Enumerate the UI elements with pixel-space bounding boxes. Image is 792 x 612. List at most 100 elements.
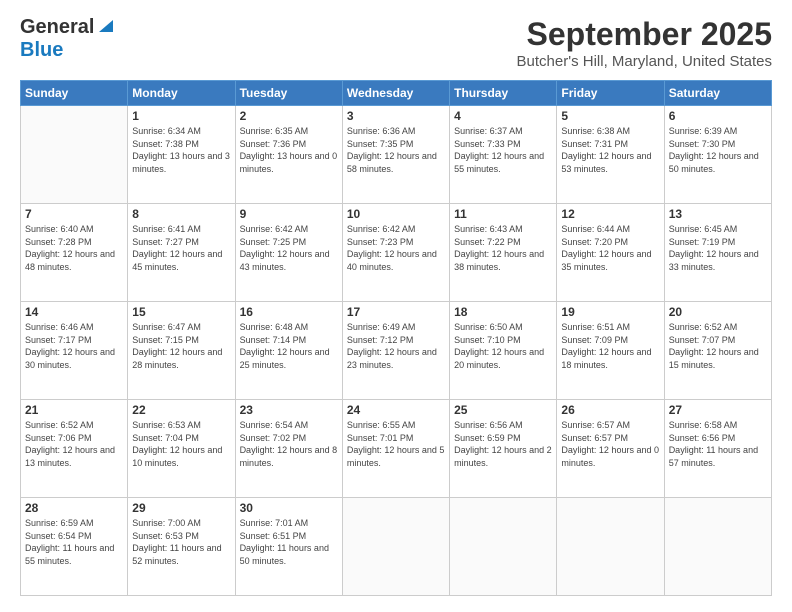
- day-info: Sunrise: 6:53 AMSunset: 7:04 PMDaylight:…: [132, 419, 230, 469]
- col-saturday: Saturday: [664, 81, 771, 106]
- day-info: Sunrise: 6:52 AMSunset: 7:07 PMDaylight:…: [669, 321, 767, 371]
- table-row: 28 Sunrise: 6:59 AMSunset: 6:54 PMDayligh…: [21, 498, 128, 596]
- day-number: 10: [347, 207, 445, 221]
- table-row: [342, 498, 449, 596]
- table-row: 20Sunrise: 6:52 AMSunset: 7:07 PMDayligh…: [664, 302, 771, 400]
- calendar-week-row: 28 Sunrise: 6:59 AMSunset: 6:54 PMDayligh…: [21, 498, 772, 596]
- table-row: 10 Sunrise: 6:42 AMSunset: 7:23 PMDayligh…: [342, 204, 449, 302]
- day-info: Sunrise: 6:55 AMSunset: 7:01 PMDaylight:…: [347, 419, 445, 469]
- day-info: Sunrise: 6:45 AMSunset: 7:19 PMDaylight:…: [669, 223, 767, 273]
- table-row: 22Sunrise: 6:53 AMSunset: 7:04 PMDayligh…: [128, 400, 235, 498]
- table-row: [450, 498, 557, 596]
- sunrise-text: Sunrise: 6:35 AM: [240, 125, 338, 138]
- day-number: 3: [347, 109, 445, 123]
- sunrise-text: Sunrise: 6:37 AM: [454, 125, 552, 138]
- day-number: 9: [240, 207, 338, 221]
- day-info: Sunrise: 6:50 AMSunset: 7:10 PMDaylight:…: [454, 321, 552, 371]
- daylight-text: Daylight: 12 hours and 8 minutes.: [240, 444, 338, 469]
- day-number: 28: [25, 501, 123, 515]
- sunset-text: Sunset: 7:27 PM: [132, 236, 230, 249]
- day-info: Sunrise: 6:40 AMSunset: 7:28 PMDaylight:…: [25, 223, 123, 273]
- table-row: 8Sunrise: 6:41 AMSunset: 7:27 PMDaylight…: [128, 204, 235, 302]
- daylight-text: Daylight: 12 hours and 28 minutes.: [132, 346, 230, 371]
- day-info: Sunrise: 6:37 AMSunset: 7:33 PMDaylight:…: [454, 125, 552, 175]
- sunset-text: Sunset: 7:28 PM: [25, 236, 123, 249]
- table-row: 23Sunrise: 6:54 AMSunset: 7:02 PMDayligh…: [235, 400, 342, 498]
- day-info: Sunrise: 7:00 AMSunset: 6:53 PMDaylight:…: [132, 517, 230, 567]
- sunrise-text: Sunrise: 6:42 AM: [240, 223, 338, 236]
- calendar-week-row: 14 Sunrise: 6:46 AMSunset: 7:17 PMDayligh…: [21, 302, 772, 400]
- sunrise-text: Sunrise: 6:53 AM: [132, 419, 230, 432]
- daylight-text: Daylight: 12 hours and 15 minutes.: [669, 346, 767, 371]
- sunrise-text: Sunrise: 6:58 AM: [669, 419, 767, 432]
- table-row: 13 Sunrise: 6:45 AMSunset: 7:19 PMDayligh…: [664, 204, 771, 302]
- table-row: 7Sunrise: 6:40 AMSunset: 7:28 PMDaylight…: [21, 204, 128, 302]
- day-number: 14: [25, 305, 123, 319]
- sunrise-text: Sunrise: 6:39 AM: [669, 125, 767, 138]
- sunset-text: Sunset: 7:19 PM: [669, 236, 767, 249]
- sunset-text: Sunset: 7:20 PM: [561, 236, 659, 249]
- table-row: 3Sunrise: 6:36 AMSunset: 7:35 PMDaylight…: [342, 106, 449, 204]
- sunset-text: Sunset: 7:14 PM: [240, 334, 338, 347]
- daylight-text: Daylight: 12 hours and 33 minutes.: [669, 248, 767, 273]
- daylight-text: Daylight: 12 hours and 30 minutes.: [25, 346, 123, 371]
- day-number: 16: [240, 305, 338, 319]
- table-row: 26Sunrise: 6:57 AMSunset: 6:57 PMDayligh…: [557, 400, 664, 498]
- sunrise-text: Sunrise: 6:57 AM: [561, 419, 659, 432]
- daylight-text: Daylight: 11 hours and 50 minutes.: [240, 542, 338, 567]
- daylight-text: Daylight: 12 hours and 0 minutes.: [561, 444, 659, 469]
- sunset-text: Sunset: 7:38 PM: [132, 138, 230, 151]
- daylight-text: Daylight: 12 hours and 38 minutes.: [454, 248, 552, 273]
- table-row: 11Sunrise: 6:43 AMSunset: 7:22 PMDayligh…: [450, 204, 557, 302]
- day-info: Sunrise: 6:43 AMSunset: 7:22 PMDaylight:…: [454, 223, 552, 273]
- day-number: 25: [454, 403, 552, 417]
- sunset-text: Sunset: 6:53 PM: [132, 530, 230, 543]
- sunrise-text: Sunrise: 7:01 AM: [240, 517, 338, 530]
- daylight-text: Daylight: 12 hours and 25 minutes.: [240, 346, 338, 371]
- sunrise-text: Sunrise: 6:36 AM: [347, 125, 445, 138]
- sunrise-text: Sunrise: 6:34 AM: [132, 125, 230, 138]
- sunset-text: Sunset: 7:31 PM: [561, 138, 659, 151]
- day-number: 1: [132, 109, 230, 123]
- day-number: 23: [240, 403, 338, 417]
- sunset-text: Sunset: 7:35 PM: [347, 138, 445, 151]
- sunset-text: Sunset: 7:04 PM: [132, 432, 230, 445]
- sunset-text: Sunset: 7:10 PM: [454, 334, 552, 347]
- table-row: 4 Sunrise: 6:37 AMSunset: 7:33 PMDaylight…: [450, 106, 557, 204]
- sunset-text: Sunset: 7:36 PM: [240, 138, 338, 151]
- day-info: Sunrise: 6:59 AMSunset: 6:54 PMDaylight:…: [25, 517, 123, 567]
- day-info: Sunrise: 6:48 AMSunset: 7:14 PMDaylight:…: [240, 321, 338, 371]
- sunset-text: Sunset: 7:01 PM: [347, 432, 445, 445]
- day-info: Sunrise: 6:46 AMSunset: 7:17 PMDaylight:…: [25, 321, 123, 371]
- sunset-text: Sunset: 7:25 PM: [240, 236, 338, 249]
- day-number: 13: [669, 207, 767, 221]
- sunset-text: Sunset: 7:17 PM: [25, 334, 123, 347]
- sunrise-text: Sunrise: 6:51 AM: [561, 321, 659, 334]
- daylight-text: Daylight: 12 hours and 10 minutes.: [132, 444, 230, 469]
- day-info: Sunrise: 6:38 AMSunset: 7:31 PMDaylight:…: [561, 125, 659, 175]
- day-info: Sunrise: 6:58 AMSunset: 6:56 PMDaylight:…: [669, 419, 767, 469]
- col-sunday: Sunday: [21, 81, 128, 106]
- sunrise-text: Sunrise: 6:43 AM: [454, 223, 552, 236]
- logo-triangle-icon: [97, 16, 115, 34]
- daylight-text: Daylight: 12 hours and 18 minutes.: [561, 346, 659, 371]
- daylight-text: Daylight: 12 hours and 40 minutes.: [347, 248, 445, 273]
- day-number: 4: [454, 109, 552, 123]
- sunset-text: Sunset: 7:33 PM: [454, 138, 552, 151]
- sunrise-text: Sunrise: 6:38 AM: [561, 125, 659, 138]
- calendar-week-row: 21Sunrise: 6:52 AMSunset: 7:06 PMDayligh…: [21, 400, 772, 498]
- day-info: Sunrise: 6:42 AMSunset: 7:23 PMDaylight:…: [347, 223, 445, 273]
- logo-general-text: General: [20, 16, 94, 39]
- month-title: September 2025: [517, 16, 772, 53]
- sunrise-text: Sunrise: 6:54 AM: [240, 419, 338, 432]
- sunrise-text: Sunrise: 6:40 AM: [25, 223, 123, 236]
- calendar-header-row: Sunday Monday Tuesday Wednesday Thursday…: [21, 81, 772, 106]
- header: General Blue September 2025 Butcher's Hi…: [20, 16, 772, 70]
- day-info: Sunrise: 6:39 AMSunset: 7:30 PMDaylight:…: [669, 125, 767, 175]
- table-row: [557, 498, 664, 596]
- daylight-text: Daylight: 12 hours and 35 minutes.: [561, 248, 659, 273]
- col-monday: Monday: [128, 81, 235, 106]
- sunrise-text: Sunrise: 6:49 AM: [347, 321, 445, 334]
- daylight-text: Daylight: 12 hours and 55 minutes.: [454, 150, 552, 175]
- logo-blue-text: Blue: [20, 39, 63, 61]
